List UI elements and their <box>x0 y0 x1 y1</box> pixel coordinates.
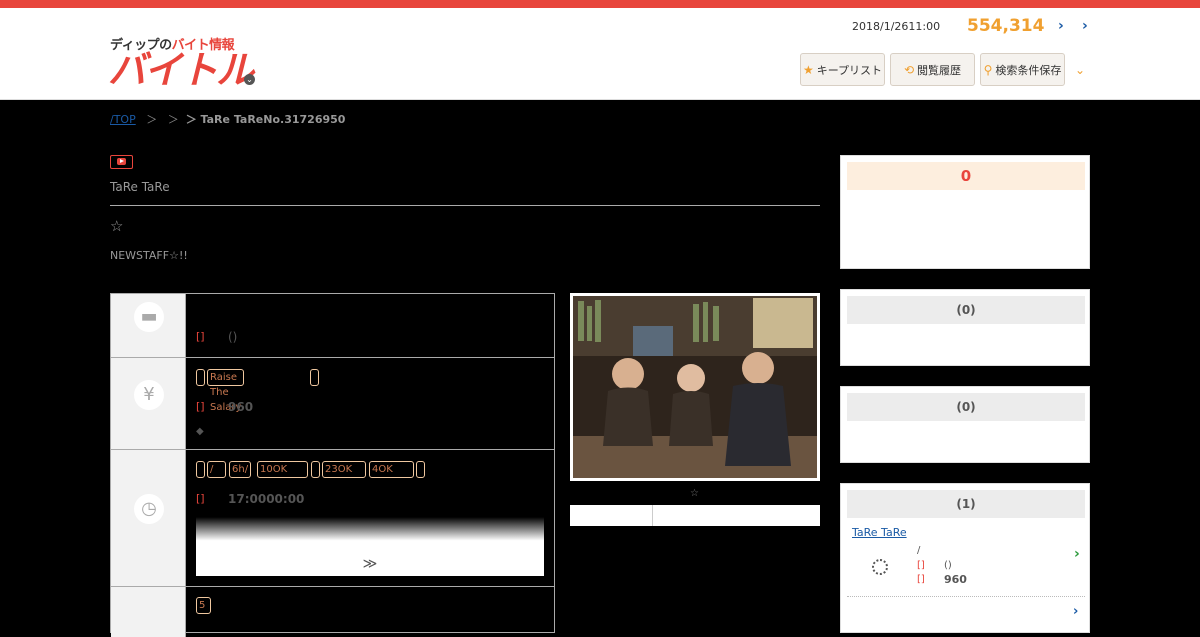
hours-tag <box>416 461 425 478</box>
keep-count: 0 <box>847 162 1085 190</box>
job-count: 554,314 <box>967 16 1045 36</box>
sidebar-card-title: (0) <box>847 393 1085 421</box>
hours-tag: / <box>207 461 226 478</box>
history-icon: ⟲ <box>903 62 915 77</box>
hours-tag: 4OK <box>369 461 414 478</box>
hours-tag <box>196 461 205 478</box>
dotted-divider <box>847 596 1085 597</box>
info-row-side: ▬ <box>111 294 186 357</box>
breadcrumb-separator: ＞ <box>167 113 179 126</box>
update-datetime: 2018/1/2611:00 <box>852 20 941 33</box>
chevron-right-icon[interactable]: › <box>1082 18 1088 34</box>
hours-tag: 6h/ <box>229 461 252 478</box>
breadcrumb-top-link[interactable]: /TOP <box>110 113 136 126</box>
site-logo[interactable]: バイトル <box>108 48 254 92</box>
site-header: ディップのバイト情報 バイトル ⌄ 2018/1/2611:00 554,314… <box>0 8 1200 100</box>
job-type-label: [] <box>196 330 205 343</box>
more-chevron-icon[interactable]: › <box>1073 604 1078 619</box>
read-more-fade[interactable]: ≫ <box>196 517 544 576</box>
recent-job-label: [] <box>917 560 925 571</box>
chevron-down-icon[interactable]: ⌄ <box>1075 63 1085 77</box>
photo-thumbnails[interactable] <box>570 505 820 526</box>
yen-icon: ¥ <box>134 380 164 410</box>
recent-job-link[interactable]: TaRe TaRe <box>852 526 907 539</box>
salary-label: [] <box>196 400 205 413</box>
salary-value: 960 <box>228 400 254 414</box>
job-photo[interactable] <box>570 293 820 481</box>
staff-photo-image <box>573 296 817 478</box>
diamond-icon: ◆ <box>196 426 204 437</box>
sidebar-card: (0) <box>840 386 1090 463</box>
info-row-hours: ◷ / 6h/ 10OK 23OK 4OK [] 17:0000:00 ≫ <box>111 450 554 587</box>
salary-tag <box>310 369 319 386</box>
keep-list-label: キープリスト <box>816 63 883 77</box>
recent-job-line: / <box>917 545 921 556</box>
info-row-salary: ¥ Raise The Salary [] 960 ◆ <box>111 358 554 450</box>
sidebar-card: (0) <box>840 289 1090 366</box>
briefcase-icon: ▬ <box>134 302 164 332</box>
days-tag: 5 <box>196 597 211 614</box>
chevron-double-down-icon: ≫ <box>362 556 378 572</box>
catch-copy: NEWSTAFF☆!! <box>110 249 188 262</box>
breadcrumb: /TOP ＞ ＞ ＞ TaRe TaReNo.31726950 <box>110 111 345 127</box>
thumb-separator <box>652 505 653 526</box>
logo-chevron-icon[interactable]: ⌄ <box>244 74 255 85</box>
hours-value: 17:0000:00 <box>228 492 305 506</box>
hours-tag <box>311 461 320 478</box>
breadcrumb-current: ＞ TaRe TaReNo.31726950 <box>185 113 346 126</box>
star-icon: ☆ <box>110 217 124 235</box>
keep-list-button[interactable]: ★ キープリスト <box>800 53 885 86</box>
job-info-table: ▬ [] () ¥ Raise The Salary [] 960 ◆ ◷ / … <box>110 293 555 637</box>
search-icon: ⚲ <box>983 62 993 77</box>
top-accent-bar <box>0 0 1200 8</box>
title-divider <box>110 205 820 206</box>
info-row-side: ¥ <box>111 358 186 449</box>
breadcrumb-separator: ＞ <box>146 113 158 126</box>
saved-search-label: 検索条件保存 <box>995 63 1062 77</box>
company-name: TaRe TaRe <box>110 180 170 194</box>
hours-label: [] <box>196 492 205 505</box>
info-row-side: ◷ <box>111 450 186 586</box>
recent-jobs-card: (1) TaRe TaRe / [] () [] 960 › › <box>840 483 1090 633</box>
star-icon: ★ <box>802 62 814 77</box>
keep-card: 0 <box>840 155 1090 269</box>
saved-search-button[interactable]: ⚲ 検索条件保存 <box>980 53 1065 86</box>
video-icon[interactable] <box>110 155 133 169</box>
job-type-value: () <box>228 330 238 344</box>
recent-job-value: () <box>944 560 952 571</box>
chevron-right-icon[interactable]: › <box>1058 18 1064 34</box>
photo-caption: ☆ <box>690 488 699 499</box>
sidebar-card-title: (0) <box>847 296 1085 324</box>
recent-job-label: [] <box>917 574 925 585</box>
clock-icon: ◷ <box>134 494 164 524</box>
chevron-right-icon[interactable]: › <box>1074 546 1080 562</box>
recent-jobs-title: (1) <box>847 490 1085 518</box>
recent-job-salary: 960 <box>944 573 967 586</box>
history-button[interactable]: ⟲ 閲覧履歴 <box>890 53 975 86</box>
loading-spinner-icon <box>872 559 888 575</box>
history-label: 閲覧履歴 <box>917 63 962 77</box>
info-row-job: ▬ [] () <box>111 294 554 358</box>
salary-tag-raise: Raise The Salary <box>207 369 245 413</box>
salary-tag <box>196 369 205 386</box>
hours-tag: 10OK <box>257 461 308 478</box>
hours-tag: 23OK <box>322 461 366 478</box>
